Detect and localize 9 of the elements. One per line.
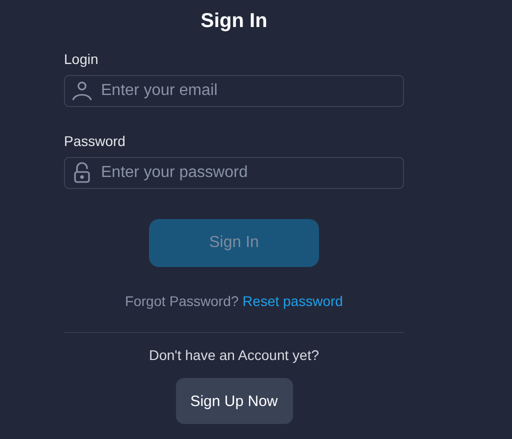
reset-password-link[interactable]: Reset password [242,293,343,309]
email-field[interactable]: Enter your email [64,75,404,107]
forgot-password-text: Forgot Password? Reset password [125,293,343,309]
signup-prompt: Don't have an Account yet? [148,347,319,363]
page-title: Sign In [200,9,268,34]
field-label: Password [64,133,126,149]
password-field[interactable]: Enter your password [64,157,404,189]
sign-up-button[interactable]: Sign Up Now [176,378,292,424]
field-label: Login [64,51,98,67]
